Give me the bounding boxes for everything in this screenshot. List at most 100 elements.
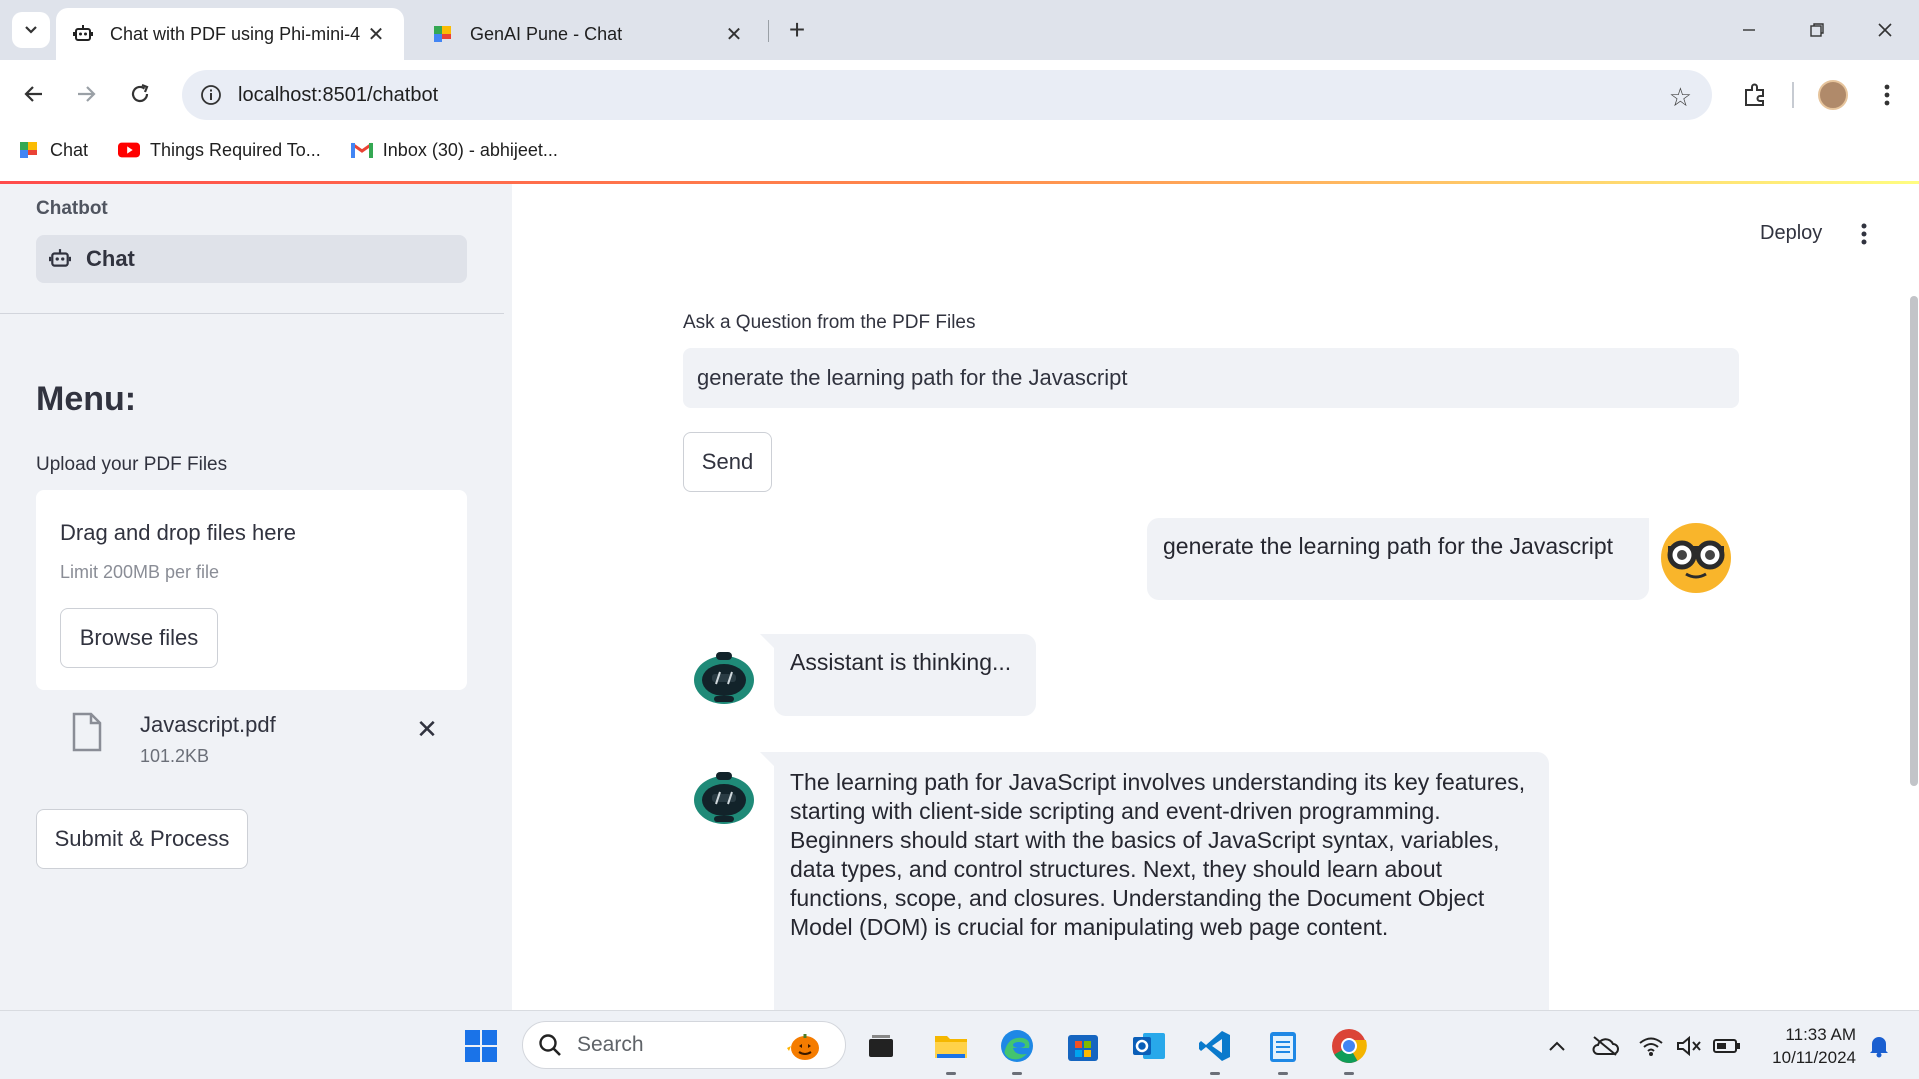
pumpkin-icon (787, 1034, 819, 1060)
close-window-button[interactable] (1862, 8, 1908, 52)
bookmark-star-icon[interactable]: ☆ (1669, 82, 1692, 113)
taskbar-notepad[interactable] (1262, 1025, 1304, 1075)
question-input[interactable] (683, 348, 1739, 408)
upload-label: Upload your PDF Files (36, 454, 228, 475)
clock-date: 10/11/2024 (1772, 1048, 1856, 1067)
browser-menu-button[interactable] (1868, 76, 1906, 114)
taskbar-search[interactable]: Search (522, 1021, 846, 1069)
message-text: Assistant is thinking... (790, 649, 1012, 675)
assistant-message-bubble: The learning path for JavaScript involve… (774, 752, 1549, 1010)
submit-process-button[interactable]: Submit & Process (36, 809, 248, 869)
chevron-down-icon (25, 26, 37, 34)
close-tab-icon[interactable]: ✕ (364, 22, 388, 46)
minimize-button[interactable] (1726, 8, 1772, 52)
bookmarks-bar: Chat Things Required To... Inbox (30) - … (0, 130, 1919, 170)
dropzone-title: Drag and drop files here (60, 520, 297, 545)
question-label: Ask a Question from the PDF Files (683, 312, 976, 333)
running-indicator (1278, 1072, 1288, 1075)
bookmark-label: Chat (50, 139, 89, 160)
taskbar-search-placeholder: Search (577, 1033, 644, 1056)
show-hidden-icons-button[interactable] (1542, 1031, 1572, 1061)
profile-button[interactable] (1814, 76, 1852, 114)
message-text: The learning path for JavaScript involve… (790, 769, 1526, 940)
chevron-up-icon (1549, 1041, 1565, 1051)
notifications-button[interactable] (1864, 1031, 1894, 1061)
dropzone-limit: Limit 200MB per file (60, 562, 220, 582)
send-button[interactable]: Send (683, 432, 772, 492)
forward-button[interactable] (66, 74, 106, 114)
taskbar-task-view[interactable] (860, 1025, 902, 1067)
taskbar-edge[interactable] (996, 1025, 1038, 1075)
windows-taskbar: Search 11:33 AM 10/11/2024 (0, 1010, 1919, 1079)
running-indicator (1210, 1072, 1220, 1075)
robot-icon (48, 247, 72, 271)
toolbar-divider (1792, 82, 1794, 108)
bookmark-youtube[interactable]: Things Required To... (118, 140, 321, 161)
bot-avatar-icon (694, 652, 754, 704)
new-tab-button[interactable]: + (780, 12, 814, 48)
taskbar-chrome[interactable] (1328, 1025, 1370, 1075)
close-tab-icon[interactable]: ✕ (722, 22, 746, 46)
reload-button[interactable] (120, 74, 160, 114)
address-bar[interactable]: localhost:8501/chatbot ☆ (182, 70, 1712, 120)
file-dropzone[interactable]: Drag and drop files here Limit 200MB per… (36, 490, 467, 690)
onedrive-tray[interactable] (1590, 1031, 1620, 1061)
browse-files-button[interactable]: Browse files (60, 608, 218, 668)
app-menu-button[interactable] (1852, 220, 1876, 248)
assistant-message-bubble: Assistant is thinking... (774, 634, 1036, 716)
wifi-icon (1639, 1037, 1663, 1056)
taskbar-vscode[interactable] (1194, 1025, 1236, 1075)
back-button[interactable] (14, 74, 54, 114)
google-chat-icon (432, 23, 454, 45)
taskbar-clock[interactable]: 11:33 AM 10/11/2024 (1752, 1023, 1856, 1069)
deploy-button[interactable]: Deploy (1760, 222, 1822, 245)
youtube-icon (118, 141, 141, 159)
sidebar-divider (0, 313, 504, 314)
menu-title: Menu: (36, 380, 137, 418)
vscode-icon (1199, 1031, 1230, 1061)
battery-icon (1713, 1039, 1740, 1053)
url-text: localhost:8501/chatbot (238, 83, 439, 106)
store-icon (1068, 1035, 1098, 1061)
wifi-tray[interactable] (1636, 1031, 1666, 1061)
extensions-button[interactable] (1736, 76, 1774, 114)
taskbar-outlook[interactable] (1128, 1025, 1170, 1067)
bookmark-gmail[interactable]: Inbox (30) - abhijeet... (350, 140, 558, 161)
tab-chat-with-pdf[interactable]: Chat with PDF using Phi-mini-4 ✕ (56, 8, 404, 60)
running-indicator (1344, 1072, 1354, 1075)
bubble-tail (760, 634, 774, 648)
profile-avatar (1818, 80, 1848, 110)
nerd-face-avatar-icon (1661, 523, 1731, 593)
task-view-icon (869, 1035, 893, 1057)
site-info-icon[interactable] (198, 82, 224, 108)
scrollbar[interactable] (1910, 296, 1918, 786)
outlook-icon (1133, 1033, 1165, 1059)
start-button[interactable] (460, 1025, 502, 1067)
battery-tray[interactable] (1712, 1031, 1742, 1061)
restore-button[interactable] (1794, 8, 1840, 52)
tab-genai-pune-chat[interactable]: GenAI Pune - Chat ✕ (416, 8, 762, 60)
arrow-right-icon (78, 86, 96, 102)
volume-mute-icon (1677, 1035, 1701, 1057)
volume-tray[interactable] (1674, 1031, 1704, 1061)
running-indicator (946, 1072, 956, 1075)
windows-logo-icon (465, 1030, 497, 1062)
more-vertical-icon (1884, 84, 1890, 106)
close-icon (1878, 23, 1892, 37)
restore-icon (1810, 23, 1824, 37)
sidebar-item-chat[interactable]: Chat (36, 235, 467, 283)
remove-file-icon[interactable]: ✕ (412, 714, 442, 744)
file-size: 101.2KB (140, 746, 210, 766)
tab-search-button[interactable] (12, 12, 50, 48)
taskbar-file-explorer[interactable] (930, 1025, 972, 1075)
bookmark-chat[interactable]: Chat (18, 140, 88, 161)
puzzle-icon (1745, 83, 1764, 106)
taskbar-store[interactable] (1062, 1025, 1104, 1067)
arrow-left-icon (24, 86, 42, 102)
sidebar-item-label: Chat (86, 246, 135, 271)
running-indicator (1012, 1072, 1022, 1075)
message-text: generate the learning path for the Javas… (1163, 533, 1614, 559)
browser-toolbar: localhost:8501/chatbot ☆ (0, 60, 1919, 130)
file-name: Javascript.pdf (140, 712, 276, 737)
uploaded-file-row: Javascript.pdf 101.2KB ✕ (36, 704, 467, 778)
